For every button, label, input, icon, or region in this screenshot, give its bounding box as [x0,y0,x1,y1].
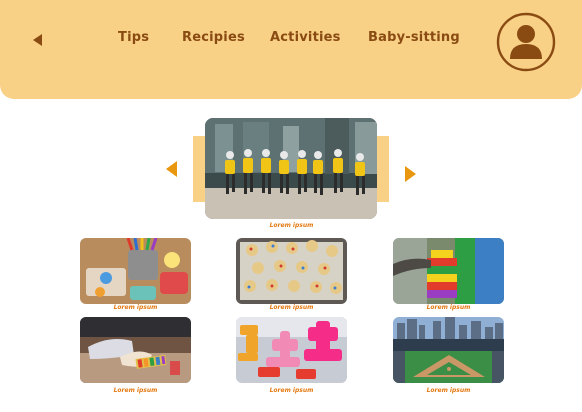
gallery-caption-4: Lorem ipsum [113,387,158,394]
featured-photo [205,118,377,219]
toy-xylophone-photo [80,317,191,383]
carousel-next-icon[interactable] [403,165,417,183]
back-arrow-icon[interactable] [29,31,47,49]
nav-baby-sitting[interactable]: Baby-sitting [368,30,460,45]
nav-tips[interactable]: Tips [118,30,149,45]
art-supplies-photo [80,238,191,304]
header-bar: Tips Recipies Activities Baby-sitting [0,0,582,99]
gallery-image-building-blocks[interactable] [393,238,504,304]
gallery-caption-6: Lorem ipsum [426,387,471,394]
building-blocks-photo [393,238,504,304]
cookies-photo [236,238,347,304]
gallery-image-baseball-stadium[interactable] [393,317,504,383]
gallery-image-cookies[interactable] [236,238,347,304]
gallery-image-art-supplies[interactable] [80,238,191,304]
featured-caption: Lorem ipsum [269,222,314,229]
gallery-caption-1: Lorem ipsum [113,304,158,311]
gallery-caption-2: Lorem ipsum [269,304,314,311]
gallery-image-toy-xylophone[interactable] [80,317,191,383]
plastic-bricks-photo [236,317,347,383]
user-avatar-icon[interactable] [496,12,556,72]
nav-recipies[interactable]: Recipies [182,30,245,45]
gallery-image-plastic-bricks[interactable] [236,317,347,383]
gallery-caption-3: Lorem ipsum [426,304,471,311]
baseball-stadium-photo [393,317,504,383]
nav-activities[interactable]: Activities [270,30,341,45]
featured-image-kids-walking[interactable] [205,118,377,219]
carousel-prev-icon[interactable] [165,160,179,178]
gallery-caption-5: Lorem ipsum [269,387,314,394]
